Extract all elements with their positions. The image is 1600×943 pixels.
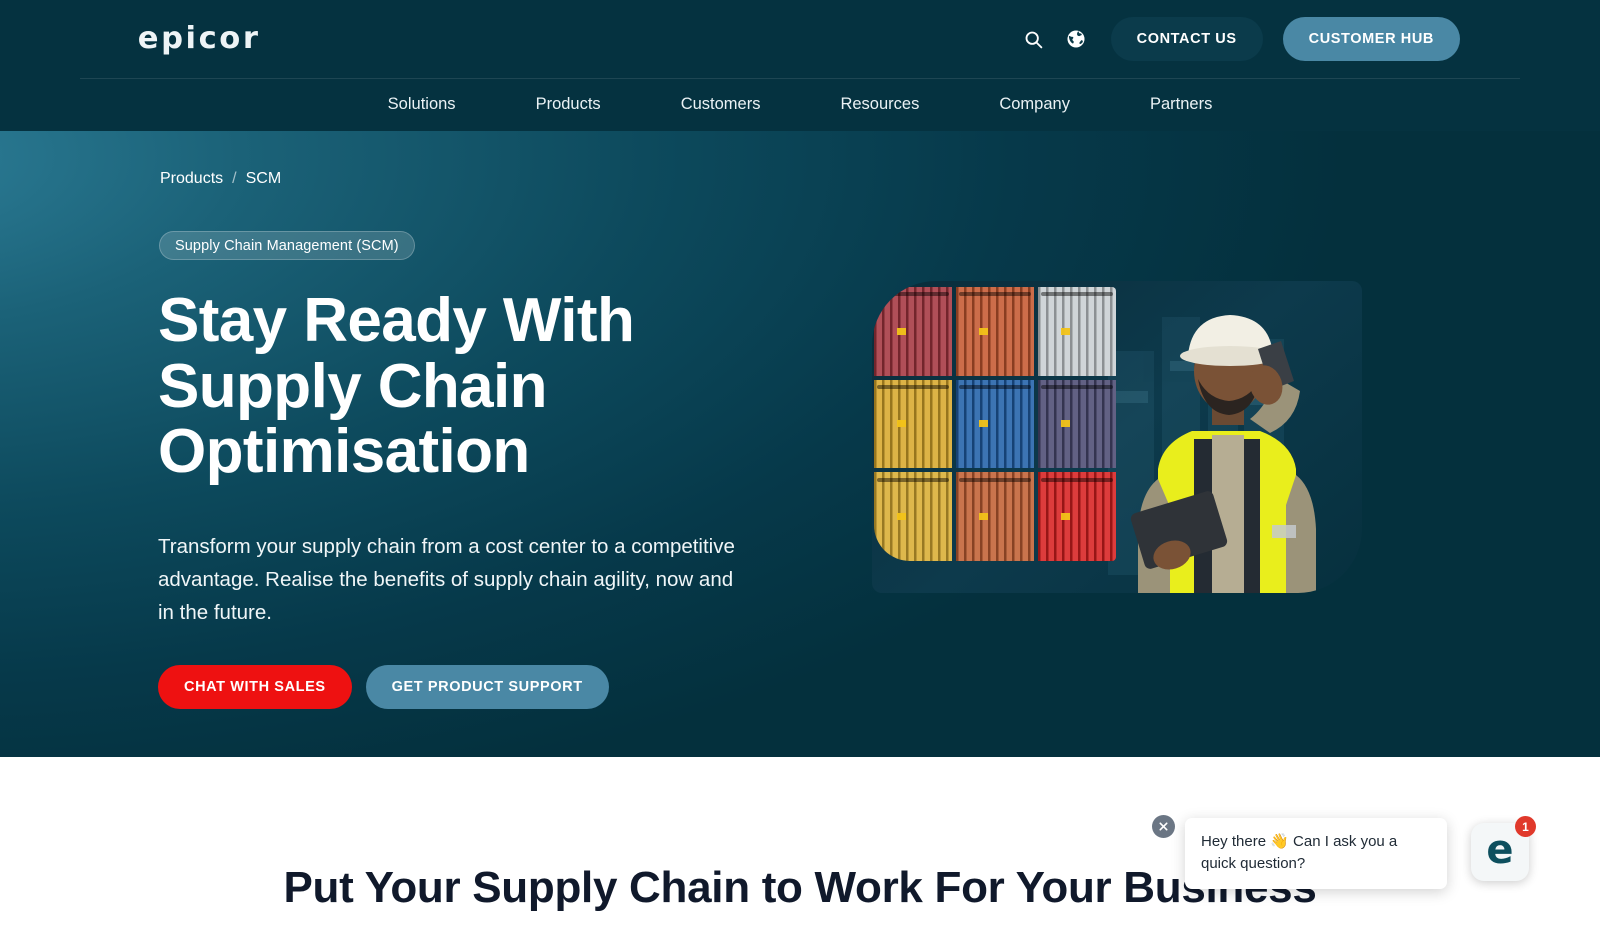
breadcrumb-item-products[interactable]: Products <box>160 170 223 188</box>
breadcrumb-item-scm[interactable]: SCM <box>246 170 282 188</box>
container-cell <box>874 287 952 376</box>
nav-item-resources[interactable]: Resources <box>800 96 959 113</box>
page-root: epicor CONTACT US CUSTOMER HUB Solutions… <box>0 0 1600 943</box>
get-product-support-button[interactable]: GET PRODUCT SUPPORT <box>365 665 609 709</box>
chat-launcher-button[interactable]: e 1 <box>1471 816 1536 881</box>
globe-icon[interactable] <box>1055 16 1097 62</box>
nav-item-products[interactable]: Products <box>496 96 641 113</box>
hero-cta-group: CHAT WITH SALES GET PRODUCT SUPPORT <box>158 665 609 709</box>
nav-item-company[interactable]: Company <box>959 96 1110 113</box>
nav-item-partners[interactable]: Partners <box>1110 96 1252 113</box>
hero-subtitle: Transform your supply chain from a cost … <box>158 535 735 625</box>
category-badge: Supply Chain Management (SCM) <box>159 231 415 260</box>
container-cell <box>874 472 952 561</box>
container-cell <box>956 287 1034 376</box>
close-icon[interactable] <box>1152 815 1175 838</box>
header-top-row: epicor CONTACT US CUSTOMER HUB <box>0 0 1600 78</box>
chat-with-sales-button[interactable]: CHAT WITH SALES <box>158 665 352 709</box>
customer-hub-button[interactable]: CUSTOMER HUB <box>1282 17 1460 61</box>
chat-message-bubble[interactable]: Hey there 👋 Can I ask you a quick questi… <box>1185 818 1447 889</box>
page-title: Stay Ready With Supply Chain Optimisatio… <box>158 286 635 487</box>
breadcrumb: Products / SCM <box>160 170 281 188</box>
nav-item-customers[interactable]: Customers <box>641 96 801 113</box>
hero-section: Products / SCM Supply Chain Management (… <box>0 131 1600 757</box>
epicor-logo[interactable]: epicor <box>138 24 261 54</box>
worker-illustration <box>1130 315 1316 593</box>
container-cell <box>874 379 952 469</box>
unread-badge: 1 <box>1515 816 1536 837</box>
site-header: epicor CONTACT US CUSTOMER HUB Solutions… <box>0 0 1600 131</box>
nav-item-solutions[interactable]: Solutions <box>348 96 496 113</box>
hero-image <box>872 281 1362 593</box>
search-icon[interactable] <box>1013 16 1055 62</box>
container-cell <box>956 472 1034 561</box>
header-actions: CONTACT US CUSTOMER HUB <box>1013 16 1460 62</box>
main-navigation: Solutions Products Customers Resources C… <box>0 78 1600 131</box>
contact-us-button[interactable]: CONTACT US <box>1110 17 1263 61</box>
breadcrumb-separator: / <box>232 170 237 187</box>
epicor-mark-icon: e <box>1486 827 1514 873</box>
container-cell <box>956 379 1034 469</box>
shipping-containers-graphic <box>874 287 1116 561</box>
